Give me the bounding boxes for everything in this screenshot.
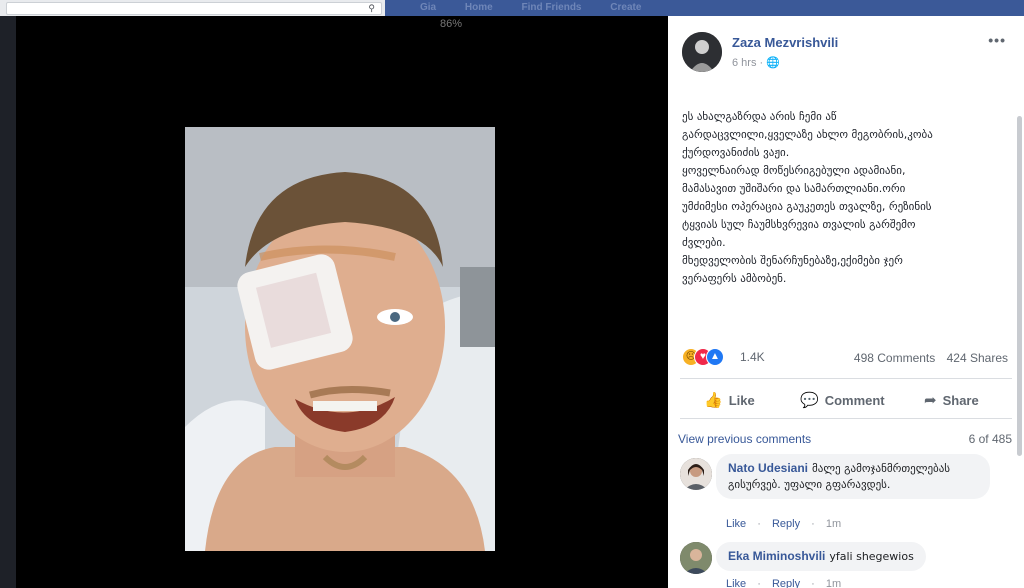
comment-text: yfali shegewios [829, 550, 914, 563]
commenter-avatar-image [680, 542, 712, 574]
nav-create-link[interactable]: Create [610, 2, 641, 13]
comment-actions: Like · Reply · 1m [726, 518, 842, 530]
thumbs-up-icon: 👍 [704, 392, 723, 409]
comments-section: View previous comments 6 of 485 Nato Ude… [668, 426, 1024, 588]
comment-bubble-icon: 💬 [800, 392, 819, 409]
reactions-count[interactable]: 1.4K [740, 350, 765, 364]
top-navigation-bar: ⚲ Gia Home Find Friends Create [0, 0, 1024, 16]
commenter-name-link[interactable]: Nato Udesiani [728, 461, 808, 475]
post-text-line: მხედველობის შენარჩუნებაზე,ექიმები ჯერ [682, 254, 903, 267]
post-text-line: მამასავით უშიშარი და სამართლიანი.ორი [682, 182, 906, 195]
share-arrow-icon: ➦ [924, 392, 937, 409]
post-text-line: ეს ახალგაზრდა არის ჩემი აწ [682, 110, 837, 123]
nav-profile-link[interactable]: Gia [420, 2, 436, 13]
post-side-panel: Zaza Mezvrishvili 6 hrs · 🌐 ••• ეს ახალგ… [668, 16, 1024, 588]
commenter-avatar-image [680, 458, 712, 490]
nav-home-link[interactable]: Home [465, 2, 493, 13]
search-input[interactable]: ⚲ [6, 2, 382, 15]
comment-reply-link[interactable]: Reply [772, 518, 800, 530]
commenter-name-link[interactable]: Eka Miminoshvili [728, 549, 825, 563]
panel-scrollbar[interactable] [1017, 116, 1022, 456]
top-nav-links: Gia Home Find Friends Create [420, 2, 667, 13]
author-name-link[interactable]: Zaza Mezvrishvili [732, 35, 838, 50]
post-text-line: ქურდოვანიძის ვაჟი. [682, 146, 790, 159]
post-text-line: ვერაფერს ამბობენ. [682, 272, 787, 285]
comments-count-link[interactable]: 498 Comments [854, 351, 935, 365]
author-avatar-image [682, 32, 722, 72]
photo-image [185, 127, 495, 551]
nav-find-friends-link[interactable]: Find Friends [521, 2, 581, 13]
author-avatar[interactable] [682, 32, 722, 72]
like-reaction-icon: ▲ [706, 348, 724, 366]
comment-bubble: Nato Udesiani მალე გამოჯანმრთელებას გისურ… [716, 454, 990, 499]
comment-like-link[interactable]: Like [726, 518, 746, 530]
comments-pager: 6 of 485 [968, 432, 1012, 446]
post-text-line: ყოველნაირად მოწესრიგებული ადამიანი, [682, 164, 906, 177]
commenter-avatar[interactable] [680, 458, 712, 490]
view-previous-comments-link[interactable]: View previous comments [678, 432, 811, 446]
comment-time[interactable]: 1m [826, 518, 841, 530]
commenter-avatar[interactable] [680, 542, 712, 574]
battery-status: 86% [440, 18, 463, 30]
more-options-button[interactable]: ••• [988, 32, 1006, 48]
comment-text: მალე გამოჯანმრთელებას [812, 462, 951, 475]
left-background-strip [0, 16, 16, 588]
like-button[interactable]: 👍 Like [704, 391, 755, 409]
post-meta: 6 hrs · 🌐 [732, 57, 780, 69]
comment-bubble: Eka Miminoshvili yfali shegewios [716, 542, 926, 571]
post-time[interactable]: 6 hrs [732, 57, 756, 69]
comment-like-link[interactable]: Like [726, 578, 746, 588]
post-actions-bar: 👍 Like 💬 Comment ➦ Share [668, 384, 1024, 412]
divider [680, 378, 1012, 379]
post-photo[interactable] [185, 127, 495, 551]
post-text-line: უმძიმესი ოპერაცია გაუკეთეს თვალზე, რეზინ… [682, 200, 932, 213]
comment-button[interactable]: 💬 Comment [800, 391, 885, 409]
comment-text: გისურვებ. უფალი გფარავდეს. [728, 478, 891, 491]
post-text: ეს ახალგაზრდა არის ჩემი აწ გარდაცვლილი,ყ… [682, 108, 1008, 288]
search-area: ⚲ [0, 0, 385, 16]
post-text-line: გარდაცვლილი,ყველაზე ახლო მეგობრის,კობა [682, 128, 933, 141]
share-button[interactable]: ➦ Share [924, 391, 979, 409]
engagement-counts: 498 Comments 424 Shares [846, 351, 1008, 365]
post-text-line: ტყვიას სულ ჩაუმსხვრევია თვალის გარშემო [682, 218, 916, 231]
shares-count-link[interactable]: 424 Shares [947, 351, 1008, 365]
comment-actions: Like · Reply · 1m [726, 578, 842, 588]
post-text-line: ძვლები. [682, 236, 726, 249]
comment-reply-link[interactable]: Reply [772, 578, 800, 588]
search-icon[interactable]: ⚲ [368, 3, 375, 14]
divider [680, 418, 1012, 419]
comment-time[interactable]: 1m [826, 578, 841, 588]
globe-icon[interactable]: 🌐 [766, 57, 780, 69]
